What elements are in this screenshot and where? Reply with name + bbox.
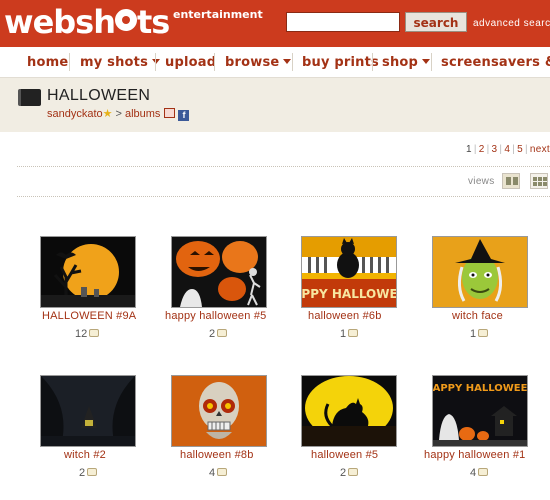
- photo-thumbnail-halloween-6b[interactable]: HAPPY HALLOWEEN: [301, 236, 397, 308]
- photo-title-link[interactable]: halloween #5: [311, 449, 378, 461]
- album-book-icon: [18, 89, 41, 106]
- comment-bubble-icon: [478, 468, 489, 476]
- nav-browse[interactable]: browse: [225, 55, 292, 70]
- photobook-icon[interactable]: [164, 108, 176, 118]
- photo-title-link[interactable]: witch #2: [64, 449, 106, 461]
- nav-divider: [155, 53, 156, 71]
- photo-thumbnail-witch-2[interactable]: [40, 375, 136, 447]
- search-button[interactable]: search: [405, 12, 467, 32]
- logo-tagline: entertainment: [173, 8, 263, 21]
- photo-thumbnail-halloween-8b[interactable]: [171, 375, 267, 447]
- grid-icon: [533, 177, 537, 181]
- advanced-search-link[interactable]: advanced search: [473, 18, 550, 29]
- chevron-down-icon: [283, 59, 292, 64]
- photo-thumbnail-halloween-9a[interactable]: [40, 236, 136, 308]
- comment-count[interactable]: 2: [79, 467, 98, 479]
- top-bar: websh ts entertainment search advanced se…: [0, 0, 550, 47]
- thumbnail-banner-text: HAPPY HALLOWEEN: [302, 287, 396, 301]
- album-title: HALLOWEEN: [47, 87, 151, 104]
- album-header: HALLOWEEN sandyckato★ > albums f: [0, 78, 550, 132]
- breadcrumb-separator: >: [115, 108, 122, 120]
- divider: [17, 166, 550, 167]
- page-link-1[interactable]: 1: [466, 144, 472, 155]
- photo-title-link[interactable]: happy halloween #5: [165, 310, 266, 322]
- comment-bubble-icon: [348, 329, 359, 337]
- nav-divider: [431, 53, 432, 71]
- photo-title-link[interactable]: happy halloween #1: [424, 449, 525, 461]
- page-divider: |: [499, 144, 503, 155]
- page-link-2[interactable]: 2: [479, 144, 485, 155]
- comment-bubble-icon: [217, 468, 228, 476]
- page-divider: |: [524, 144, 528, 155]
- thumbnail-banner-text: HAPPY HALLOWEEN: [433, 383, 527, 394]
- nav-shop[interactable]: shop: [382, 55, 431, 70]
- comment-count[interactable]: 4: [470, 467, 489, 479]
- grid-icon: [538, 177, 542, 181]
- comment-count[interactable]: 12: [75, 328, 100, 340]
- page-link-5[interactable]: 5: [517, 144, 523, 155]
- photo-thumbnail-happy-halloween-5[interactable]: [171, 236, 267, 308]
- large-grid-view-button[interactable]: [502, 173, 520, 189]
- photo-title-link[interactable]: HALLOWEEN #9A: [42, 310, 136, 322]
- grid-icon: [513, 177, 518, 185]
- breadcrumb: sandyckato★ > albums f: [47, 107, 190, 121]
- next-page-link[interactable]: next: [530, 144, 550, 155]
- nav-divider: [214, 53, 215, 71]
- nav-divider: [69, 53, 70, 71]
- grid-icon: [543, 177, 547, 181]
- comment-count[interactable]: 2: [340, 467, 359, 479]
- photo-thumbnail-halloween-5[interactable]: [301, 375, 397, 447]
- pagination: 1 | 2 | 3 | 4 | 5 | next: [466, 144, 550, 155]
- photo-title-link[interactable]: halloween #8b: [180, 449, 254, 461]
- main-nav: home my shots upload browse buy prints s…: [0, 47, 550, 78]
- grid-icon: [533, 182, 537, 186]
- nav-home[interactable]: home: [27, 55, 68, 70]
- facebook-icon[interactable]: f: [178, 110, 190, 121]
- page-link-3[interactable]: 3: [492, 144, 498, 155]
- nav-my-shots[interactable]: my shots: [80, 55, 161, 70]
- nav-screensavers[interactable]: screensavers & w: [441, 55, 550, 70]
- chevron-down-icon: [422, 59, 431, 64]
- page-divider: |: [486, 144, 490, 155]
- page-link-4[interactable]: 4: [504, 144, 510, 155]
- nav-divider: [372, 53, 373, 71]
- page-divider: |: [512, 144, 516, 155]
- star-icon: ★: [102, 108, 113, 120]
- photo-thumbnail-happy-halloween-1[interactable]: HAPPY HALLOWEEN: [432, 375, 528, 447]
- nav-divider: [292, 53, 293, 71]
- nav-buy-prints[interactable]: buy prints: [302, 55, 379, 70]
- breadcrumb-user-link[interactable]: sandyckato: [47, 108, 103, 120]
- grid-icon: [538, 182, 542, 186]
- photo-title-link[interactable]: witch face: [452, 310, 503, 322]
- breadcrumb-albums-link[interactable]: albums: [125, 108, 160, 120]
- photo-thumbnail-witch-face[interactable]: [432, 236, 528, 308]
- views-label: views: [468, 176, 495, 187]
- webshots-logo[interactable]: websh ts: [4, 2, 170, 42]
- comment-count[interactable]: 1: [340, 328, 359, 340]
- comment-count[interactable]: 4: [209, 467, 228, 479]
- small-grid-view-button[interactable]: [530, 173, 548, 189]
- comment-bubble-icon: [87, 468, 98, 476]
- comment-bubble-icon: [89, 329, 100, 337]
- comment-bubble-icon: [348, 468, 359, 476]
- chevron-down-icon: [152, 59, 161, 64]
- divider: [17, 196, 550, 197]
- grid-icon: [543, 182, 547, 186]
- grid-icon: [506, 177, 511, 185]
- comment-bubble-icon: [478, 329, 489, 337]
- nav-upload[interactable]: upload: [165, 55, 216, 70]
- logo-eye-icon: [115, 9, 137, 31]
- photo-title-link[interactable]: halloween #6b: [308, 310, 382, 322]
- comment-count[interactable]: 2: [209, 328, 228, 340]
- comment-count[interactable]: 1: [470, 328, 489, 340]
- page-divider: |: [473, 144, 477, 155]
- comment-bubble-icon: [217, 329, 228, 337]
- search-input[interactable]: [286, 12, 400, 32]
